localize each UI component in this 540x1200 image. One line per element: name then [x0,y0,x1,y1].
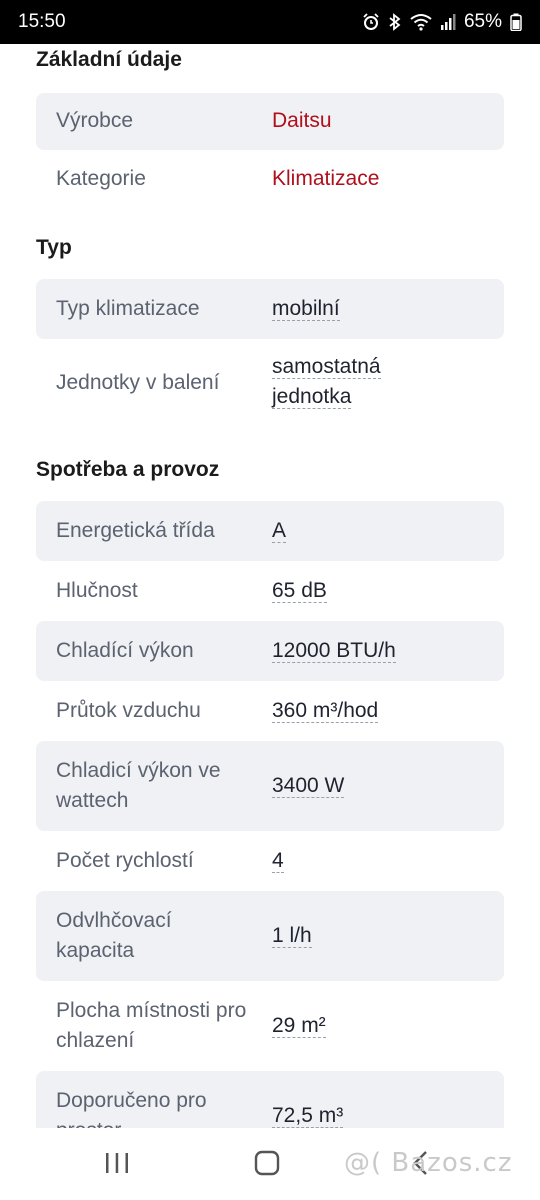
spec-value[interactable]: 4 [272,846,492,876]
home-icon[interactable] [254,1150,280,1176]
spec-row-manufacturer: Výrobce Daitsu [36,93,504,150]
spec-label: Počet rychlostí [56,849,194,872]
spec-label: Chladicí výkon ve wattech [56,759,221,812]
spec-value-link[interactable]: Daitsu [272,106,492,136]
spec-label: Energetická třída [56,519,215,542]
spec-row-speeds: Počet rychlostí 4 [36,831,504,891]
spec-label: Výrobce [56,109,134,132]
spec-row-noise: Hlučnost 65 dB [36,561,504,621]
spec-value[interactable]: 65 dB [272,576,492,606]
wifi-icon [410,14,432,31]
spec-value[interactable]: mobilní [272,294,492,324]
section-title-consumption: Spotřeba a provoz [36,458,220,481]
battery-icon [510,13,522,31]
spec-label: Jednotky v balení [56,371,220,394]
spec-label: Průtok vzduchu [56,699,201,722]
battery-percent: 65% [463,11,502,32]
alarm-icon [363,13,379,30]
section-title-basic: Základní údaje [36,48,182,71]
spec-row-dehumidify: Odvlhčovací kapacita 1 l/h [36,891,504,981]
spec-value[interactable]: A [272,516,492,546]
spec-label: Plocha místnosti pro chlazení [56,999,247,1052]
spec-value[interactable]: 12000 BTU/h [272,636,492,666]
spec-value[interactable]: 360 m³/hod [272,696,492,726]
spec-row-category: Kategorie Klimatizace [36,150,504,208]
spec-row-ac-type: Typ klimatizace mobilní [36,279,504,339]
status-icons: 65% [362,11,522,33]
recent-apps-icon[interactable] [104,1150,130,1176]
spec-label: Doporučeno pro prostor [56,1089,207,1128]
spec-row-cooling-watts: Chladicí výkon ve wattech 3400 W [36,741,504,831]
bazos-watermark: @( Bazos.cz [344,1148,513,1178]
status-bar: 15:50 65% [0,0,540,44]
spec-row-airflow: Průtok vzduchu 360 m³/hod [36,681,504,741]
spec-label: Typ klimatizace [56,297,200,320]
spec-row-units: Jednotky v balení samostatná jednotka [36,339,504,425]
spec-label: Odvlhčovací kapacita [56,909,172,962]
spec-row-energy-class: Energetická třída A [36,501,504,561]
spec-value[interactable]: 72,5 m³ [272,1101,492,1128]
spec-label: Chladící výkon [56,639,194,662]
spec-value[interactable]: 29 m² [272,1011,492,1041]
spec-content: Základní údaje Výrobce Daitsu Kategorie … [0,44,540,1128]
section-title-type: Typ [36,236,72,259]
spec-label: Hlučnost [56,579,138,602]
spec-value-link[interactable]: Klimatizace [272,164,492,194]
spec-label: Kategorie [56,167,146,190]
spec-value[interactable]: samostatná jednotka [272,352,492,412]
spec-row-room-area: Plocha místnosti pro chlazení 29 m² [36,981,504,1071]
spec-row-recommended-space: Doporučeno pro prostor 72,5 m³ [36,1071,504,1128]
spec-row-cooling-power: Chladící výkon 12000 BTU/h [36,621,504,681]
spec-value[interactable]: 1 l/h [272,921,492,951]
signal-icon [440,14,456,30]
bluetooth-icon [389,13,401,31]
spec-value[interactable]: 3400 W [272,771,492,801]
status-time: 15:50 [18,11,66,32]
